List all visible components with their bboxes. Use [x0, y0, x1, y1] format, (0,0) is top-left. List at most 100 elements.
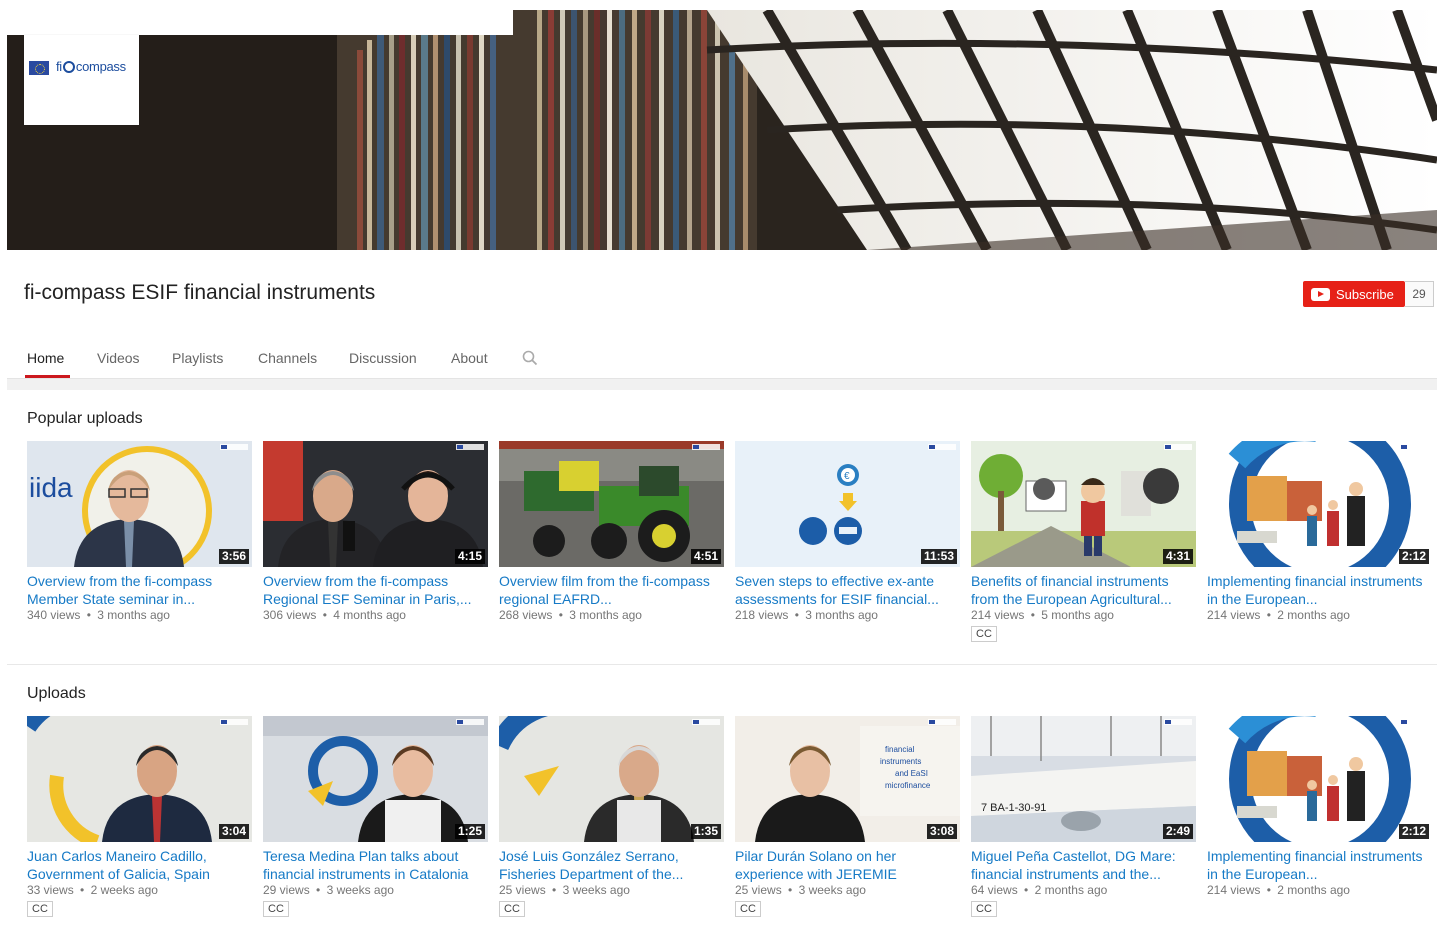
video-title[interactable]: Overview film from the fi-compass region… — [499, 572, 724, 608]
view-count: 214 views — [971, 608, 1025, 622]
video-title[interactable]: Overview from the fi-compass Member Stat… — [27, 572, 252, 608]
meta-separator: • — [80, 883, 85, 897]
eu-flag-icon — [928, 444, 956, 450]
upload-age: 3 weeks ago — [798, 883, 866, 897]
video-card[interactable]: € 11:53 Seven steps to effective ex-ante… — [735, 441, 960, 622]
video-title[interactable]: Pilar Durán Solano on her experience wit… — [735, 847, 960, 883]
cc-badge: CC — [971, 901, 997, 917]
video-meta: 306 views • 4 months ago — [263, 608, 488, 622]
view-count: 306 views — [263, 608, 317, 622]
view-count: 33 views — [27, 883, 74, 897]
video-duration: 2:49 — [1162, 824, 1193, 839]
view-count: 340 views — [27, 608, 81, 622]
tab-videos[interactable]: Videos — [97, 350, 140, 366]
upload-age: 3 months ago — [97, 608, 170, 622]
meta-separator: • — [552, 883, 557, 897]
tab-home[interactable]: Home — [27, 350, 64, 366]
video-card[interactable]: 3:04 Juan Carlos Maneiro Cadillo, Govern… — [27, 716, 252, 917]
video-meta: 340 views • 3 months ago — [27, 608, 252, 622]
video-title[interactable]: Overview from the fi-compass Regional ES… — [263, 572, 488, 608]
subscribe-button[interactable]: Subscribe — [1303, 281, 1405, 307]
meta-separator: • — [558, 608, 563, 622]
video-thumbnail[interactable]: 7 BA-1-30-91 2:49 — [971, 716, 1196, 842]
video-card[interactable]: 2:12 Implementing financial instruments … — [1207, 441, 1432, 622]
view-count: 218 views — [735, 608, 789, 622]
video-title[interactable]: José Luis González Serrano, Fisheries De… — [499, 847, 724, 883]
video-card[interactable]: 4:51 Overview film from the fi-compass r… — [499, 441, 724, 622]
video-thumbnail[interactable]: iida 3:56 — [27, 441, 252, 567]
video-thumbnail[interactable]: 4:15 — [263, 441, 488, 567]
video-thumbnail[interactable]: 1:35 — [499, 716, 724, 842]
video-title[interactable]: Benefits of financial instruments from t… — [971, 572, 1196, 608]
video-card[interactable]: 7 BA-1-30-91 2:49 Miguel Peña Castellot,… — [971, 716, 1196, 917]
video-duration: 4:31 — [1162, 549, 1193, 564]
video-meta: 214 views • 2 months ago — [1207, 608, 1432, 622]
subscriber-count: 29 — [1405, 281, 1434, 307]
video-thumbnail[interactable]: 2:12 — [1207, 716, 1432, 842]
svg-text:microfinance: microfinance — [885, 781, 931, 790]
video-card[interactable]: 1:35 José Luis González Serrano, Fisheri… — [499, 716, 724, 917]
video-card[interactable]: financial instruments and EaSI microfina… — [735, 716, 960, 917]
video-meta: 64 views • 2 months ago — [971, 883, 1196, 897]
eu-flag-icon — [220, 444, 248, 450]
video-thumbnail[interactable]: 2:12 — [1207, 441, 1432, 567]
tab-channels[interactable]: Channels — [258, 350, 317, 366]
video-duration: 1:35 — [690, 824, 721, 839]
video-card[interactable]: iida 3:56 Overview from the fi-compass M… — [27, 441, 252, 622]
channel-logo[interactable]: fi compass — [24, 35, 139, 125]
meta-separator: • — [322, 608, 327, 622]
video-meta: 214 views • 5 months ago — [971, 608, 1196, 622]
eu-flag-icon — [456, 719, 484, 725]
video-thumbnail[interactable]: 4:51 — [499, 441, 724, 567]
upload-age: 3 weeks ago — [326, 883, 394, 897]
video-title[interactable]: Teresa Medina Plan talks about financial… — [263, 847, 488, 883]
eu-flag-icon — [1400, 444, 1428, 450]
cc-badge: CC — [499, 901, 525, 917]
video-thumbnail[interactable]: financial instruments and EaSI microfina… — [735, 716, 960, 842]
video-title[interactable]: Implementing financial instruments in th… — [1207, 572, 1432, 608]
section-title-popular[interactable]: Popular uploads — [27, 410, 143, 428]
upload-age: 2 months ago — [1277, 883, 1350, 897]
video-meta: 29 views • 3 weeks ago — [263, 883, 488, 897]
tab-discussion[interactable]: Discussion — [349, 350, 417, 366]
eu-flag-icon — [928, 719, 956, 725]
video-duration: 4:51 — [690, 549, 721, 564]
upload-age: 2 months ago — [1034, 883, 1108, 897]
upload-age: 2 months ago — [1277, 608, 1350, 622]
video-title[interactable]: Miguel Peña Castellot, DG Mare: financia… — [971, 847, 1196, 883]
tab-playlists[interactable]: Playlists — [172, 350, 223, 366]
view-count: 268 views — [499, 608, 553, 622]
video-duration: 11:53 — [920, 549, 957, 564]
upload-age: 3 months ago — [805, 608, 878, 622]
video-thumbnail[interactable]: 4:31 — [971, 441, 1196, 567]
channel-title: fi-compass ESIF financial instruments — [24, 281, 376, 304]
video-title[interactable]: Seven steps to effective ex-ante assessm… — [735, 572, 960, 608]
eu-flag-icon — [29, 61, 49, 75]
cc-badge: CC — [735, 901, 761, 917]
video-card[interactable]: 1:25 Teresa Medina Plan talks about fina… — [263, 716, 488, 917]
meta-separator: • — [316, 883, 321, 897]
eu-flag-icon — [692, 444, 720, 450]
video-card[interactable]: 4:15 Overview from the fi-compass Region… — [263, 441, 488, 622]
eu-flag-icon — [692, 719, 720, 725]
upload-age: 3 months ago — [569, 608, 642, 622]
video-card[interactable]: 4:31 Benefits of financial instruments f… — [971, 441, 1196, 642]
svg-text:€: € — [844, 471, 850, 482]
search-icon[interactable] — [522, 350, 538, 366]
video-title[interactable]: Juan Carlos Maneiro Cadillo, Government … — [27, 847, 252, 883]
cc-badge: CC — [263, 901, 289, 917]
video-card[interactable]: 2:12 Implementing financial instruments … — [1207, 716, 1432, 897]
tab-about[interactable]: About — [451, 350, 488, 366]
upload-age: 2 weeks ago — [90, 883, 158, 897]
video-thumbnail[interactable]: € 11:53 — [735, 441, 960, 567]
eu-flag-icon — [1164, 444, 1192, 450]
meta-separator: • — [1030, 608, 1035, 622]
section-title-uploads[interactable]: Uploads — [27, 685, 86, 703]
video-title[interactable]: Implementing financial instruments in th… — [1207, 847, 1432, 883]
video-duration: 2:12 — [1398, 824, 1429, 839]
video-thumbnail[interactable]: 3:04 — [27, 716, 252, 842]
video-thumbnail[interactable]: 1:25 — [263, 716, 488, 842]
video-meta: 25 views • 3 weeks ago — [499, 883, 724, 897]
view-count: 25 views — [735, 883, 782, 897]
video-duration: 3:56 — [218, 549, 249, 564]
